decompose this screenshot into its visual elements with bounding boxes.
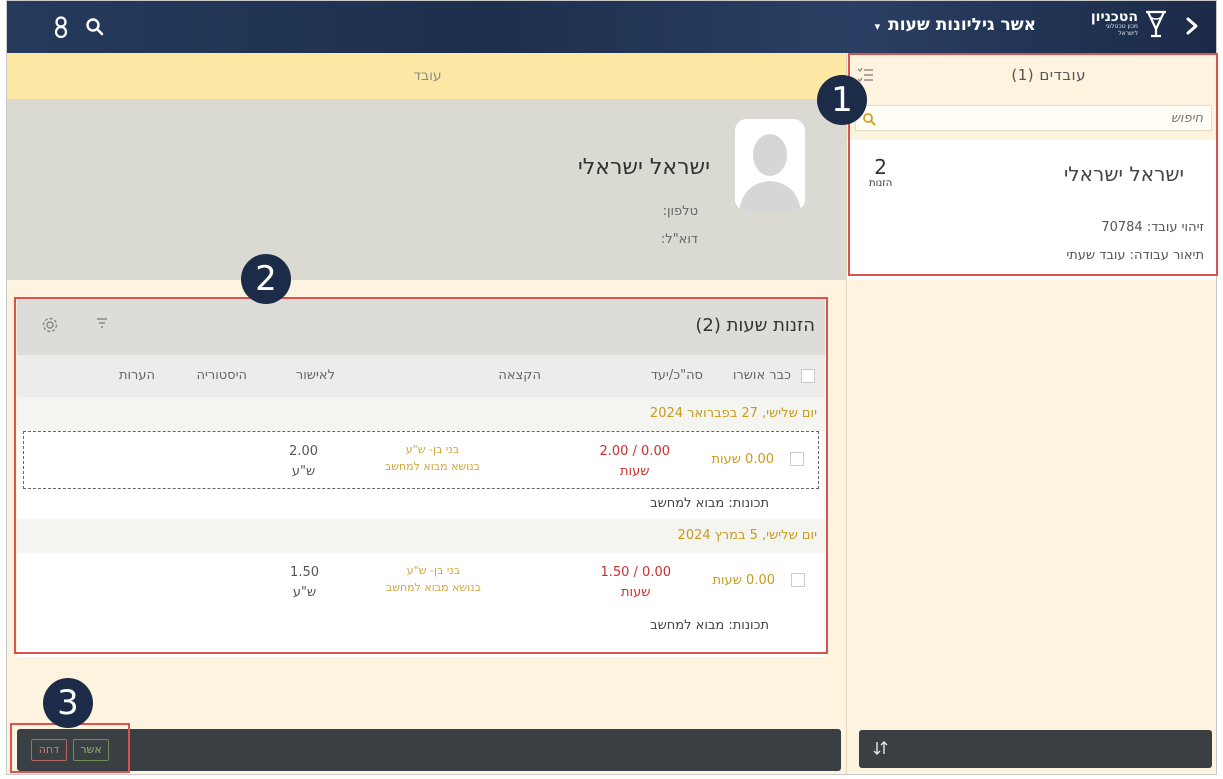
profile-email: דוא"ל: [660,232,698,247]
date-label: יום שלישי, 5 במרץ 2024 [677,528,817,543]
table-row[interactable]: 0.00 שעות 0.00 / 2.00 שעות בני בן- ש"ע ב… [23,431,819,489]
ratio-value: 0.00 / 2.00 [599,444,670,459]
select-all-checkbox[interactable] [801,369,815,383]
col-notes: הערות [118,368,155,383]
entries-title: הזנות שעות (2) [695,315,815,336]
entries-header: הזנות שעות (2) [17,299,825,355]
search-icon[interactable] [81,13,109,41]
logo-subtitle-2: לישראל [1118,30,1138,37]
employees-header: עובדים (1) [847,53,1216,101]
employee-list-item[interactable]: ישראל ישראלי 2 הזנות זיהוי עובד: 70784 ת… [847,140,1216,280]
table-row[interactable]: 0.00 שעות 0.00 / 1.50 שעות בני בן- ש"ע ב… [23,553,819,611]
callout-number-2: 2 [241,254,291,304]
features-row: תכונות: מבוא למחשב [17,611,825,641]
ratio-unit: שעות [620,463,650,479]
ratio-unit: שעות [621,584,651,600]
role-banner: עובד [7,53,848,99]
employee-search [855,105,1212,131]
technion-emblem-icon [1146,10,1166,38]
allocation-line-2: בנושא מבוא למחשב [384,459,480,473]
profile-name: ישראל ישראלי [577,155,710,180]
col-history: היסטוריה [196,368,247,383]
total-target: 0.00 / 2.00 שעות [599,442,670,481]
search-icon [862,111,876,130]
allocation-line-1: בני בן- ש"ע [406,564,461,577]
approved-hours: 0.00 שעות [712,573,775,588]
date-row: יום שלישי, 5 במרץ 2024 [17,519,825,553]
row-checkbox[interactable] [790,452,804,466]
entries-count-label: הזנות [869,178,893,189]
to-approve: 1.50 ש"ע [290,563,319,602]
user-icon[interactable] [47,13,75,41]
sort-button[interactable] [859,730,1212,768]
sort-icon [873,740,889,760]
approve-unit: ש"ע [291,463,316,479]
employees-title: עובדים (1) [1011,66,1086,84]
col-total: סה"כ/יעד [650,368,703,383]
app-title-dropdown[interactable]: אשר גיליונות שעות ▾ [875,15,1036,35]
approve-unit: ש"ע [292,584,317,600]
column-headers: כבר אושרו סה"כ/יעד הקצאה לאישור היסטוריה… [17,355,825,397]
allocation-line-2: בנושא מבוא למחשב [385,580,481,594]
app-frame: אשר גיליונות שעות ▾ הטכניון מכון טכנולוג… [6,0,1217,775]
technion-logo: הטכניון מכון טכנולוגי לישראל [1091,9,1168,39]
approve-value: 1.50 [290,565,319,580]
chevron-down-icon: ▾ [874,20,881,33]
top-bar: אשר גיליונות שעות ▾ הטכניון מכון טכנולוג… [7,1,1216,53]
avatar [735,119,805,211]
to-approve: 2.00 ש"ע [289,442,318,481]
approve-value: 2.00 [289,444,318,459]
date-label: יום שלישי, 27 בפברואר 2024 [649,406,817,421]
employees-panel: עובדים (1) ישראל ישראלי 2 הזנות זיהוי עו… [846,53,1216,774]
logo-name: הטכניון [1090,9,1138,26]
callout-number-1: 1 [817,75,867,125]
app-title: אשר גיליונות שעות [888,15,1036,35]
hours-entries-panel: הזנות שעות (2) כבר אושרו סה"כ/יעד הקצאה … [17,299,825,657]
employee-profile: ישראל ישראלי טלפון: דוא"ל: [7,99,848,280]
total-target: 0.00 / 1.50 שעות [600,563,671,602]
allocation: בני בן- ש"ע בנושא מבוא למחשב [386,563,481,596]
detail-pane: עובד ישראל ישראלי טלפון: דוא"ל: הזנות שע… [7,53,848,774]
employee-name: ישראל ישראלי [1063,162,1184,186]
person-placeholder-icon [735,119,805,211]
features-row: תכונות: מבוא למחשב [17,489,825,519]
ratio-value: 0.00 / 1.50 [600,565,671,580]
profile-phone: טלפון: [662,204,698,219]
date-row: יום שלישי, 27 בפברואר 2024 [17,397,825,431]
employee-id: זיהוי עובד: 70784 [1101,220,1204,235]
entries-count: 2 הזנות [869,156,892,189]
chevron-right-icon[interactable] [1182,15,1202,41]
search-input[interactable] [856,106,1211,130]
col-to-approve: לאישור [295,368,335,383]
reject-button[interactable]: דחה [31,739,67,761]
action-bar: אשר דחה [17,729,841,771]
features-label: תכונות: מבוא למחשב [650,496,769,511]
gear-icon[interactable] [41,316,59,338]
entries-count-value: 2 [874,155,888,179]
job-description: תיאור עבודה: עובד שעתי [1066,248,1204,263]
allocation-line-1: בני בן- ש"ע [405,443,460,456]
approved-hours: 0.00 שעות [711,452,774,467]
col-allocation: הקצאה [498,368,541,383]
features-label: תכונות: מבוא למחשב [650,618,769,633]
allocation: בני בן- ש"ע בנושא מבוא למחשב [385,442,480,475]
col-approved: כבר אושרו [732,368,791,383]
row-checkbox[interactable] [791,573,805,587]
filter-icon[interactable] [95,315,109,334]
approve-button[interactable]: אשר [73,739,109,761]
callout-number-3: 3 [43,678,93,728]
